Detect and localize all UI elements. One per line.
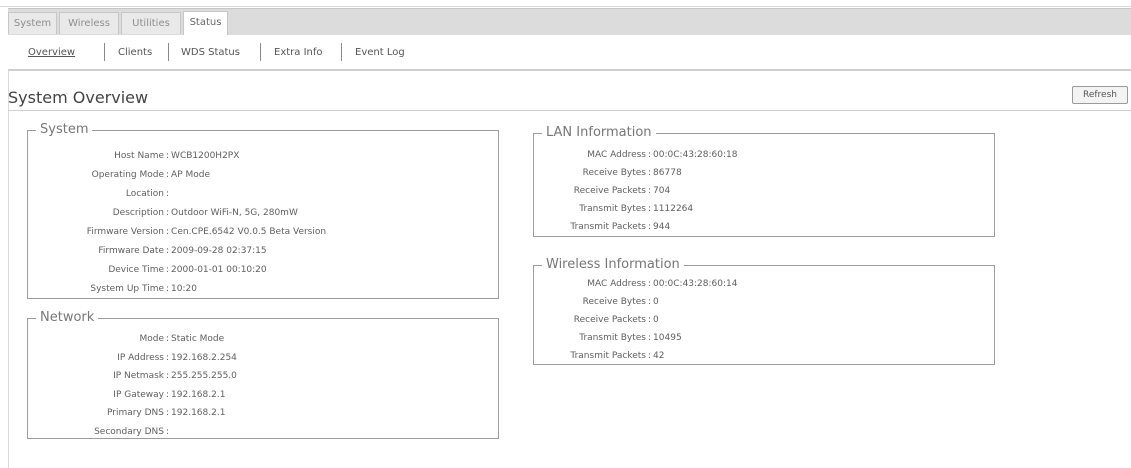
lan-info-legend: LAN Information — [542, 124, 656, 142]
lan-transmit-packets-row: Transmit Packets:944 — [570, 222, 671, 232]
lan-transmit-packets-value: 944 — [653, 222, 671, 232]
host-name-value: WCB1200H2PX — [171, 151, 240, 161]
firmware-date-row: Firmware Date:2009-09-28 02:37:15 — [98, 246, 267, 256]
wireless-mac-value: 00:0C:43:28:60:14 — [653, 279, 738, 289]
system-up-time-row: System Up Time:10:20 — [90, 284, 197, 294]
description-row: Description: Outdoor WiFi-N, 5G, 280mW — [112, 208, 298, 218]
subnav-divider — [341, 43, 342, 61]
title-divider — [8, 110, 1131, 111]
wireless-receive-packets-row: Receive Packets:0 — [573, 315, 659, 325]
system-legend: System — [36, 121, 93, 139]
network-legend: Network — [36, 309, 99, 327]
subnav-clients[interactable]: Clients — [118, 45, 152, 61]
firmware-version-value: Cen.CPE.6542 V0.0.5 Beta Version — [171, 227, 327, 237]
wireless-transmit-packets-value: 42 — [653, 351, 665, 361]
wireless-transmit-packets-row: Transmit Packets:42 — [570, 351, 665, 361]
lan-receive-packets-value: 704 — [653, 186, 671, 196]
left-divider — [8, 70, 9, 468]
subnav-overview[interactable]: Overview — [28, 45, 75, 61]
subnav-event-log[interactable]: Event Log — [355, 45, 405, 61]
tab-wireless[interactable]: Wireless — [59, 12, 119, 34]
description-value: Outdoor WiFi-N, 5G, 280mW — [171, 208, 298, 218]
lan-receive-bytes-value: 86778 — [653, 168, 682, 178]
main-tab-bar: System Wireless Utilities Status — [8, 8, 1131, 36]
device-time-row: Device Time:2000-01-01 00:10:20 — [108, 265, 267, 275]
tab-status[interactable]: Status — [183, 11, 228, 36]
ip-gateway-value: 192.168.2.1 — [171, 390, 226, 400]
operating-mode-row: Operating Mode: AP Mode — [91, 170, 211, 180]
ip-gateway-row: IP Gateway:192.168.2.1 — [113, 390, 226, 400]
tab-utilities[interactable]: Utilities — [121, 12, 181, 34]
location-row: Location: — [125, 189, 170, 199]
wireless-info-legend: Wireless Information — [542, 256, 684, 274]
firmware-date-value: 2009-09-28 02:37:15 — [171, 246, 267, 256]
ip-address-row: IP Address:192.168.2.254 — [117, 353, 237, 363]
wireless-receive-bytes-row: Receive Bytes:0 — [582, 297, 659, 307]
lan-transmit-bytes-row: Transmit Bytes:1112264 — [579, 204, 694, 214]
subnav-divider — [260, 43, 261, 61]
firmware-version-row: Firmware Version: Cen.CPE.6542 V0.0.5 Bet… — [86, 227, 327, 237]
system-panel: System Host Name: WCB1200H2PX Operating M… — [27, 121, 499, 299]
subnav-divider — [104, 43, 105, 61]
wireless-transmit-bytes-value: 10495 — [653, 333, 682, 343]
ip-address-value: 192.168.2.254 — [171, 353, 237, 363]
system-up-time-value: 10:20 — [171, 284, 197, 294]
wireless-transmit-bytes-row: Transmit Bytes:10495 — [579, 333, 682, 343]
primary-dns-row: Primary DNS:192.168.2.1 — [106, 408, 226, 418]
device-time-value: 2000-01-01 00:10:20 — [171, 265, 267, 275]
tab-system[interactable]: System — [8, 12, 57, 34]
lan-mac-row: MAC Address:00:0C:43:28:60:18 — [587, 150, 738, 160]
page-title: System Overview — [8, 88, 149, 107]
status-subnav: Overview Clients WDS Status Extra Info E… — [8, 35, 1131, 71]
ip-netmask-row: IP Netmask:255.255.255.0 — [113, 371, 237, 381]
primary-dns-value: 192.168.2.1 — [171, 408, 226, 418]
refresh-button[interactable]: Refresh — [1072, 86, 1128, 104]
subnav-extra-info[interactable]: Extra Info — [274, 45, 323, 61]
host-name-row: Host Name: WCB1200H2PX — [114, 151, 240, 161]
subnav-wds-status[interactable]: WDS Status — [181, 45, 240, 61]
subnav-divider — [168, 43, 169, 61]
ip-netmask-value: 255.255.255.0 — [171, 371, 237, 381]
wireless-receive-packets-value: 0 — [653, 315, 659, 325]
top-border — [0, 0, 1131, 7]
lan-receive-packets-row: Receive Packets:704 — [573, 186, 671, 196]
mode-value: Static Mode — [171, 334, 225, 344]
mode-row: Mode: Static Mode — [139, 334, 225, 344]
wireless-info-panel: Wireless Information MAC Address:00:0C:4… — [533, 256, 995, 365]
wireless-receive-bytes-value: 0 — [653, 297, 659, 307]
network-panel: Network Mode: Static Mode IP Address:192.… — [27, 309, 499, 439]
operating-mode-value: AP Mode — [171, 170, 211, 180]
lan-mac-value: 00:0C:43:28:60:18 — [653, 150, 738, 160]
wireless-mac-row: MAC Address:00:0C:43:28:60:14 — [587, 279, 738, 289]
secondary-dns-row: Secondary DNS: — [94, 427, 170, 437]
lan-receive-bytes-row: Receive Bytes:86778 — [582, 168, 682, 178]
lan-info-panel: LAN Information MAC Address:00:0C:43:28:… — [533, 124, 995, 237]
lan-transmit-bytes-value: 1112264 — [653, 204, 694, 214]
